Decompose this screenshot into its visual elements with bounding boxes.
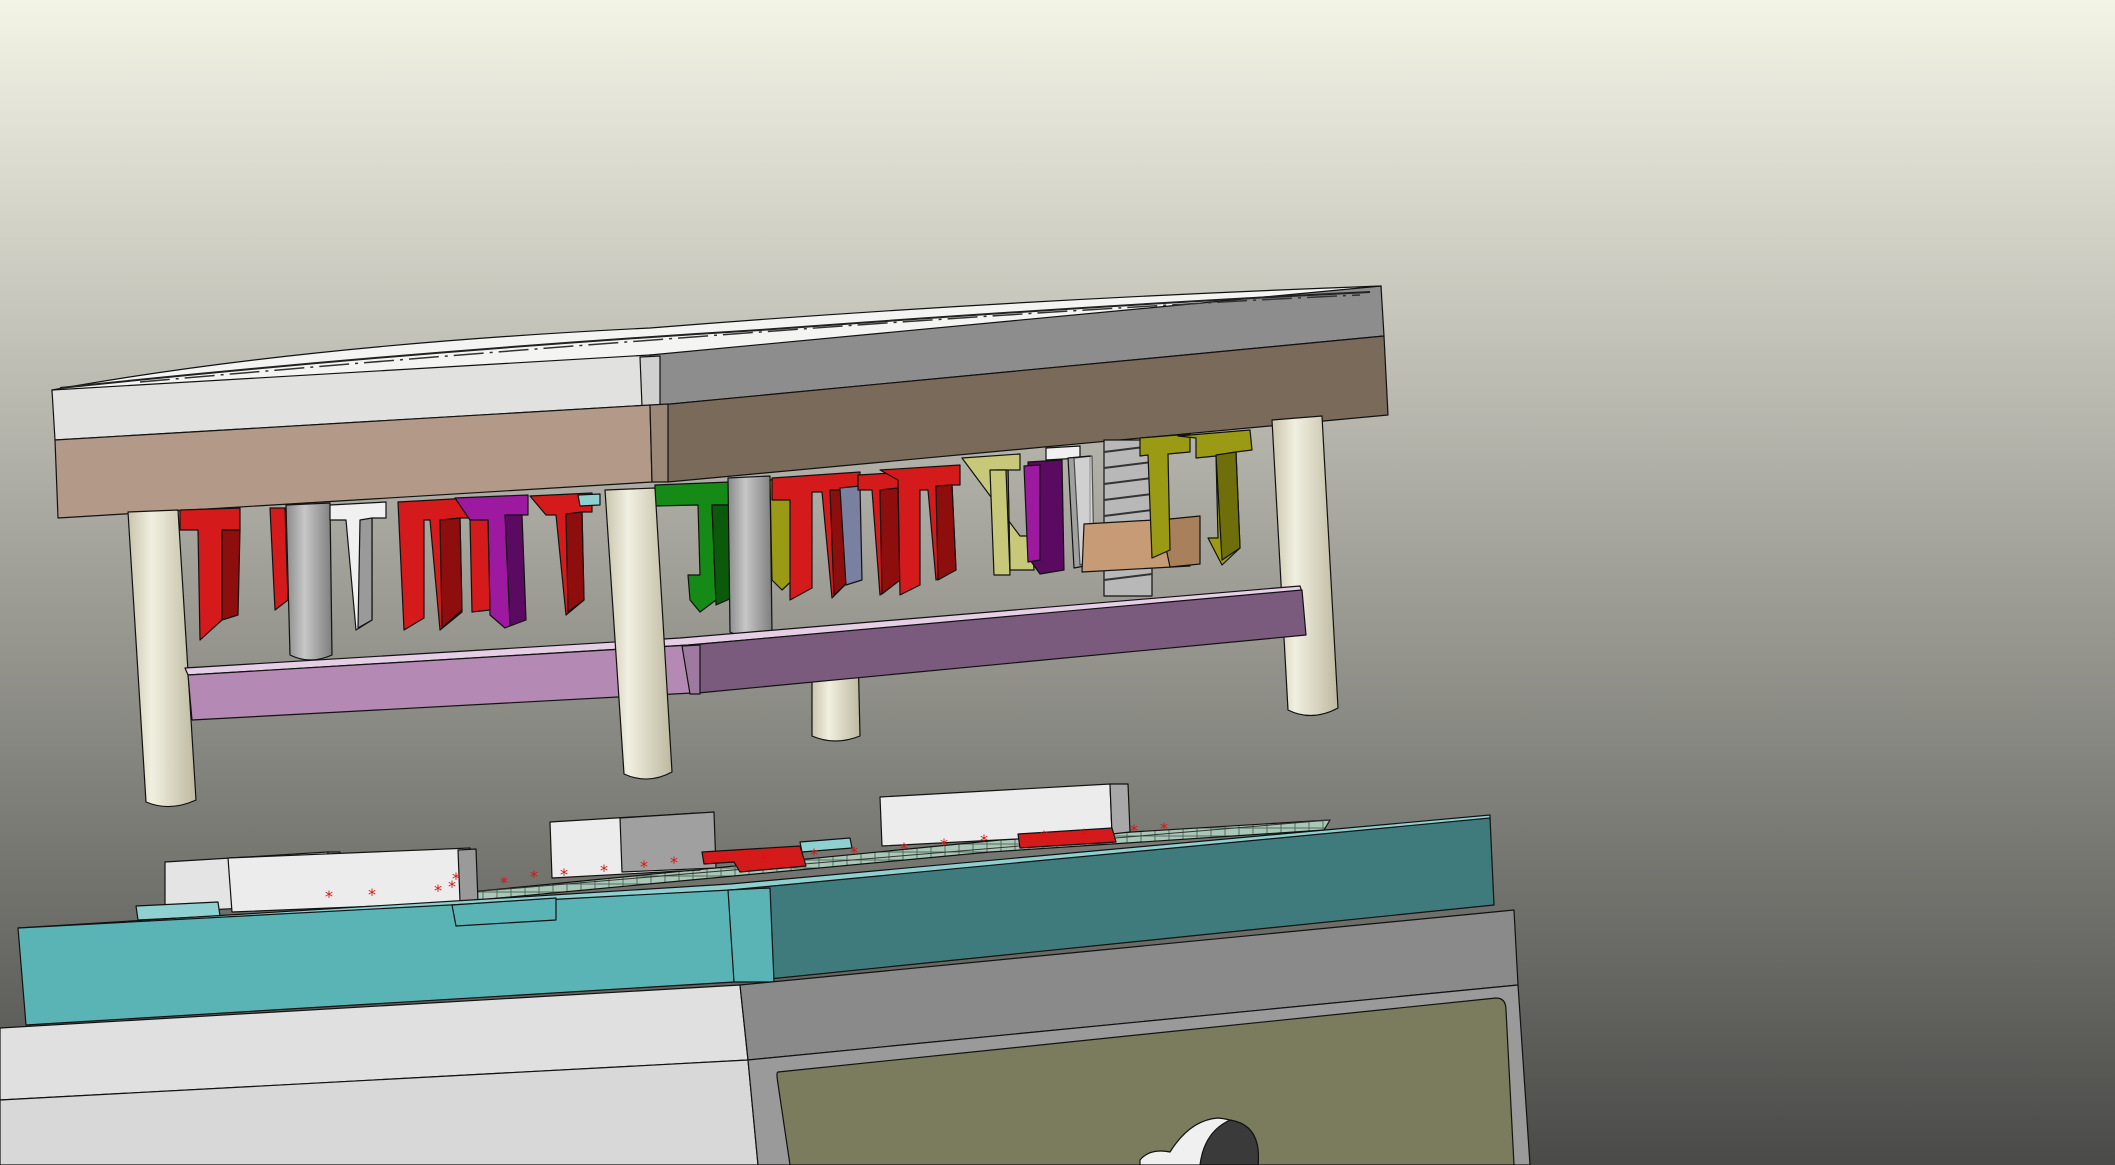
progressive-die-assembly-model[interactable]: * * * ** * * * * * * * * * * * * * * * * *	[0, 0, 2115, 1165]
asterisk-icon: *	[720, 851, 728, 870]
stripper-spring[interactable]	[1103, 439, 1153, 597]
asterisk-icon: *	[810, 845, 818, 864]
asterisk-icon: *	[980, 831, 988, 850]
asterisk-icon: *	[670, 853, 678, 872]
asterisk-icon: *	[434, 881, 442, 900]
asterisk-icon: *	[325, 887, 333, 906]
asterisk-icon: *	[1080, 825, 1088, 844]
cad-3d-viewport[interactable]: * * * * * * * * * * * * * * * * * * * * * *	[0, 0, 2115, 1165]
asterisk-icon: *	[452, 869, 460, 888]
asterisk-icon: *	[600, 861, 608, 880]
asterisk-icon: *	[900, 839, 908, 858]
asterisk-icon: *	[1160, 819, 1168, 838]
asterisk-icon: *	[640, 857, 648, 876]
asterisk-icon: *	[940, 835, 948, 854]
asterisk-icon: *	[530, 867, 538, 886]
asterisk-icon: *	[760, 849, 768, 868]
asterisk-icon: *	[850, 843, 858, 862]
asterisk-icon: *	[500, 873, 508, 892]
asterisk-icon: *	[368, 885, 376, 904]
asterisk-icon: *	[1040, 827, 1048, 846]
asterisk-icon: *	[560, 865, 568, 884]
asterisk-icon: *	[1130, 821, 1138, 840]
